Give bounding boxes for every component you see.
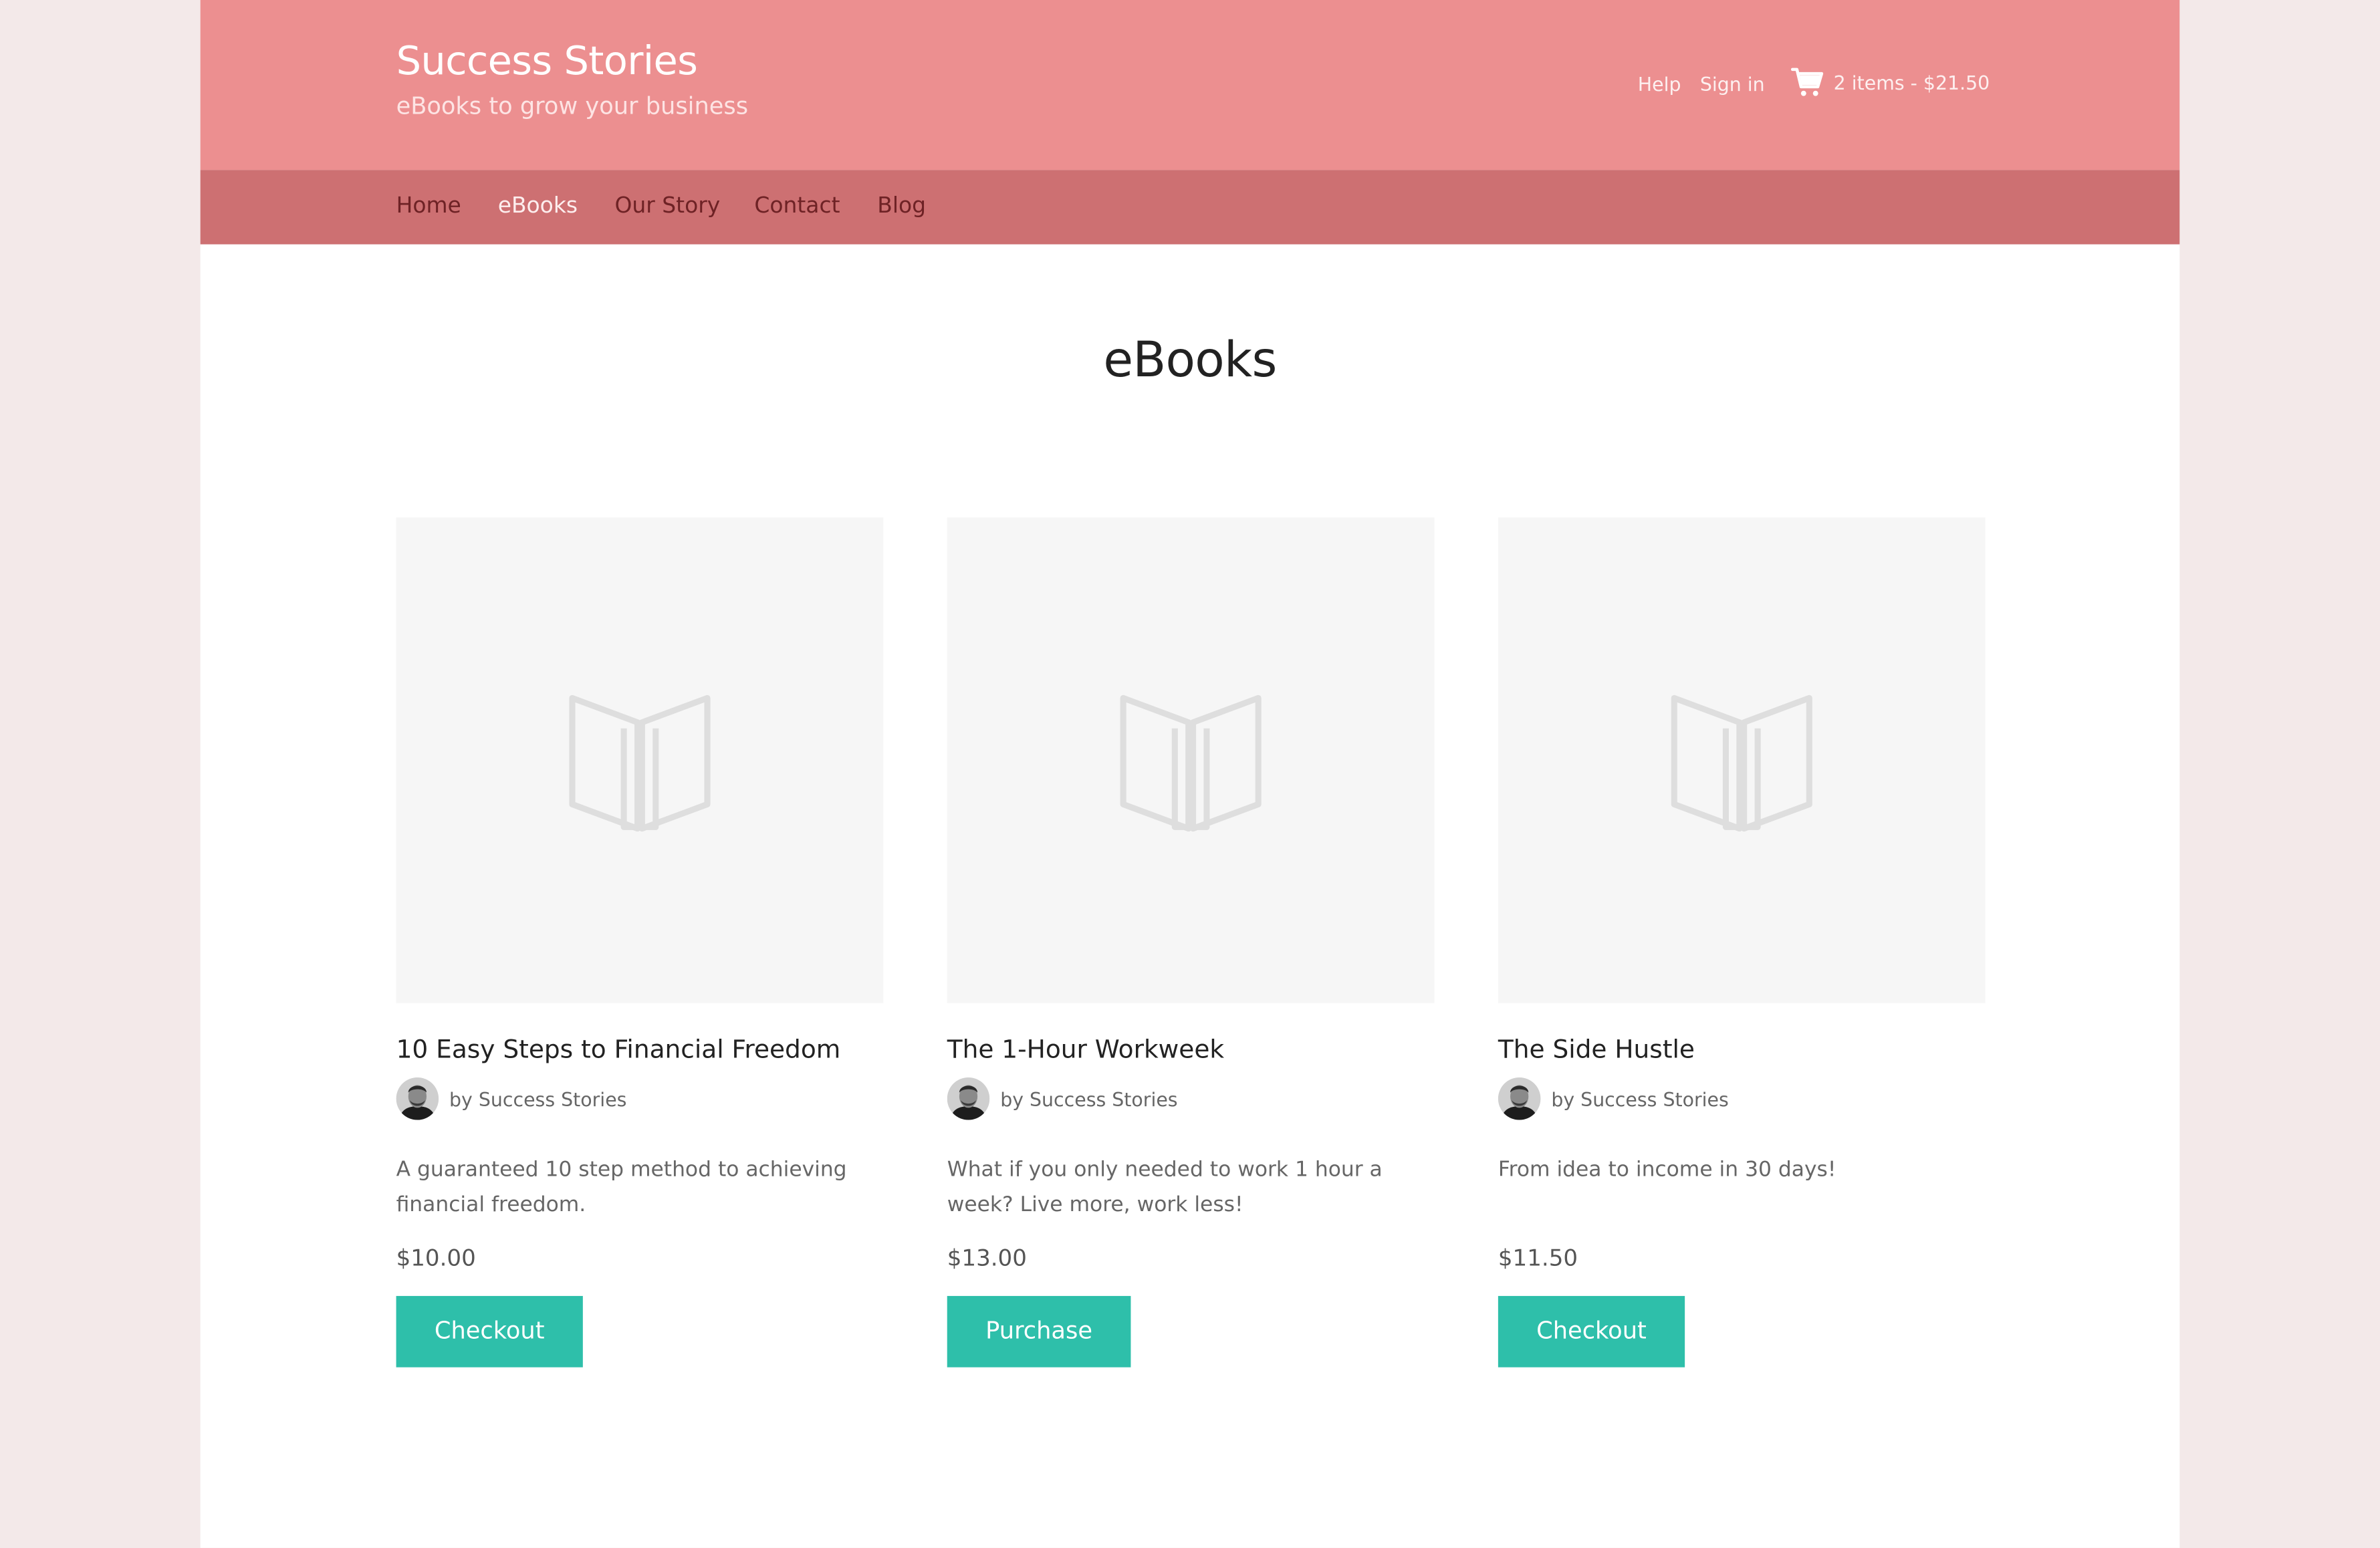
product-price: $10.00 bbox=[396, 1244, 476, 1272]
product-title[interactable]: The Side Hustle bbox=[1498, 1035, 1695, 1063]
product-title[interactable]: The 1-Hour Workweek bbox=[947, 1035, 1224, 1063]
cart-icon bbox=[1790, 66, 1824, 105]
nav-item-blog[interactable]: Blog bbox=[877, 195, 926, 219]
page: Success Stories eBooks to grow your busi… bbox=[200, 0, 2180, 1548]
author-name: by Success Stories bbox=[1551, 1087, 1729, 1110]
product-card: 10 Easy Steps to Financial Freedom by Su… bbox=[396, 517, 884, 1368]
product-price: $11.50 bbox=[1498, 1244, 1578, 1272]
author-row: by Success Stories bbox=[1498, 1077, 1729, 1120]
author-row: by Success Stories bbox=[947, 1077, 1178, 1120]
product-image[interactable] bbox=[396, 517, 884, 1003]
site-header: Success Stories eBooks to grow your busi… bbox=[200, 0, 2180, 170]
checkout-button[interactable]: Checkout bbox=[396, 1295, 583, 1368]
product-card: The Side Hustle by Success Stories From … bbox=[1498, 517, 1986, 1368]
product-description: What if you only needed to work 1 hour a… bbox=[947, 1158, 1383, 1216]
product-title[interactable]: 10 Easy Steps to Financial Freedom bbox=[396, 1035, 841, 1063]
product-image[interactable] bbox=[947, 517, 1435, 1003]
product-card: The 1-Hour Workweek by Success Stories W… bbox=[947, 517, 1435, 1368]
author-name: by Success Stories bbox=[449, 1087, 627, 1110]
product-price: $13.00 bbox=[947, 1244, 1027, 1272]
product-description: From idea to income in 30 days! bbox=[1498, 1158, 1836, 1182]
product-description: A guaranteed 10 step method to achieving… bbox=[396, 1158, 847, 1216]
cart-link[interactable]: 2 items - $21.50 bbox=[1790, 66, 1990, 105]
site-title[interactable]: Success Stories bbox=[396, 39, 698, 85]
nav-item-home[interactable]: Home bbox=[396, 195, 461, 219]
avatar bbox=[396, 1077, 439, 1120]
nav-item-ebooks[interactable]: eBooks bbox=[498, 195, 578, 219]
nav-item-our-story[interactable]: Our Story bbox=[615, 195, 721, 219]
site-tagline: eBooks to grow your business bbox=[396, 92, 749, 120]
author-name: by Success Stories bbox=[1000, 1087, 1178, 1110]
author-row: by Success Stories bbox=[396, 1077, 627, 1120]
help-link[interactable]: Help bbox=[1638, 73, 1681, 96]
product-image[interactable] bbox=[1498, 517, 1986, 1003]
page-title: eBooks bbox=[1103, 330, 1277, 389]
sign-in-link[interactable]: Sign in bbox=[1700, 73, 1765, 96]
cart-summary: 2 items - $21.50 bbox=[1833, 70, 1990, 94]
avatar bbox=[1498, 1077, 1541, 1120]
nav-item-contact[interactable]: Contact bbox=[754, 195, 840, 219]
purchase-button[interactable]: Purchase bbox=[947, 1295, 1131, 1368]
main-nav: Home eBooks Our Story Contact Blog bbox=[200, 170, 2180, 245]
checkout-button[interactable]: Checkout bbox=[1498, 1295, 1685, 1368]
avatar bbox=[947, 1077, 990, 1120]
